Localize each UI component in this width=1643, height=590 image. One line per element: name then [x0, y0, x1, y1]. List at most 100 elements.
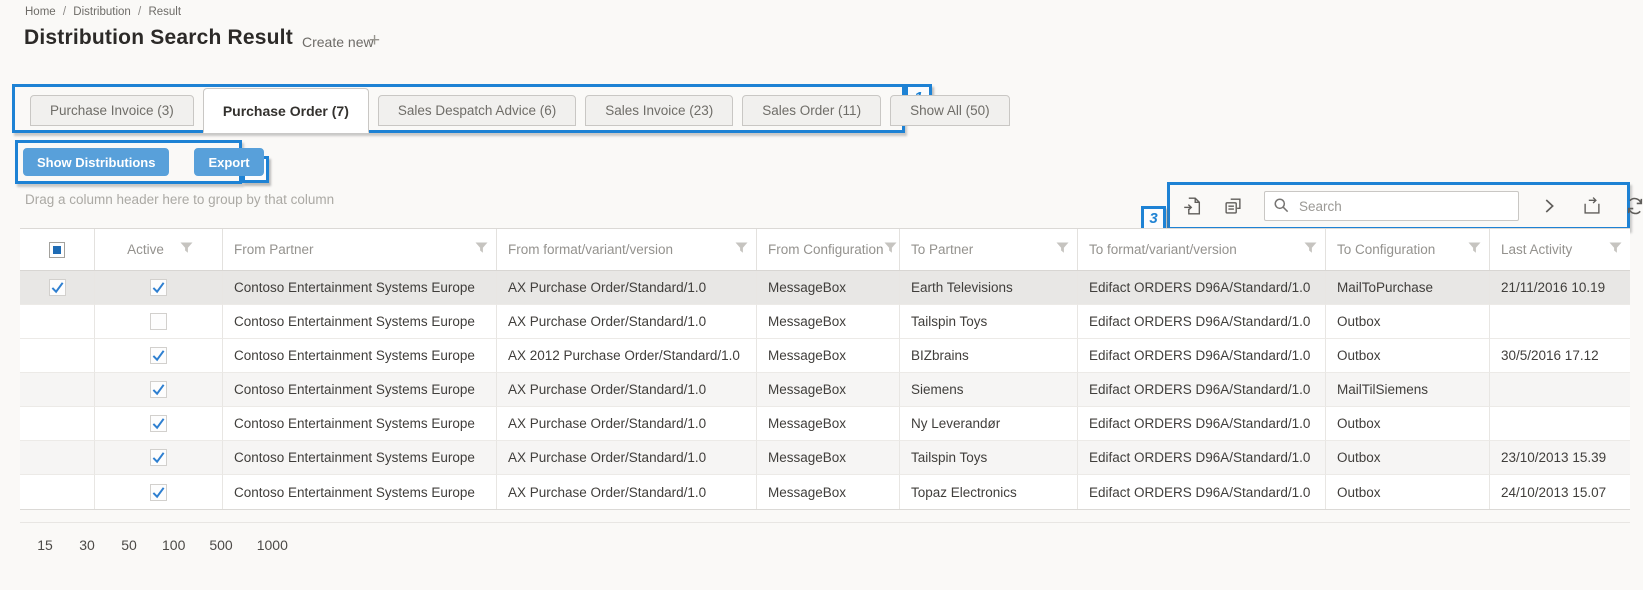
column-header-to-configuration[interactable]: To Configuration [1326, 229, 1490, 270]
cell-to-config[interactable]: MailTilSiemens [1326, 373, 1490, 407]
active-checkbox[interactable] [150, 484, 167, 501]
filter-icon[interactable] [180, 242, 193, 257]
cell-last-activity[interactable]: 23/10/2013 15.39 [1490, 441, 1630, 475]
row-select-checkbox[interactable] [49, 279, 66, 296]
active-checkbox[interactable] [150, 313, 167, 330]
cell-row-select[interactable] [20, 305, 95, 339]
column-header-from-format-variant-version[interactable]: From format/variant/version [497, 229, 757, 270]
cell-from-config[interactable]: MessageBox [757, 373, 900, 407]
cell-row-select[interactable] [20, 271, 95, 305]
table-row[interactable]: Contoso Entertainment Systems EuropeAX P… [20, 271, 1630, 305]
column-header-from-configuration[interactable]: From Configuration [757, 229, 900, 270]
cell-to-config[interactable]: Outbox [1326, 339, 1490, 373]
cell-row-select[interactable] [20, 373, 95, 407]
cell-to-partner[interactable]: Tailspin Toys [900, 305, 1078, 339]
show-distributions-button[interactable]: Show Distributions [23, 148, 169, 176]
cell-from-config[interactable]: MessageBox [757, 305, 900, 339]
cell-from-config[interactable]: MessageBox [757, 475, 900, 509]
page-size-option-500[interactable]: 500 [209, 537, 232, 553]
tab-show-all-50[interactable]: Show All (50) [890, 95, 1010, 126]
table-row[interactable]: Contoso Entertainment Systems EuropeAX P… [20, 373, 1630, 407]
expand-window-icon[interactable] [1580, 194, 1604, 218]
tab-sales-invoice-23[interactable]: Sales Invoice (23) [585, 95, 733, 126]
cell-to-format[interactable]: Edifact ORDERS D96A/Standard/1.0 [1078, 407, 1326, 441]
cell-from-config[interactable]: MessageBox [757, 441, 900, 475]
filter-icon[interactable] [735, 242, 748, 257]
cell-active[interactable] [95, 441, 223, 475]
search-input[interactable] [1264, 191, 1519, 221]
cell-to-config[interactable]: MailToPurchase [1326, 271, 1490, 305]
cell-to-format[interactable]: Edifact ORDERS D96A/Standard/1.0 [1078, 339, 1326, 373]
cell-last-activity[interactable]: 21/11/2016 10.19 [1490, 271, 1630, 305]
cell-last-activity[interactable] [1490, 407, 1630, 441]
cell-from-format[interactable]: AX Purchase Order/Standard/1.0 [497, 475, 757, 509]
cell-to-format[interactable]: Edifact ORDERS D96A/Standard/1.0 [1078, 441, 1326, 475]
cell-from-partner[interactable]: Contoso Entertainment Systems Europe [223, 271, 497, 305]
cell-to-partner[interactable]: BIZbrains [900, 339, 1078, 373]
cell-from-format[interactable]: AX 2012 Purchase Order/Standard/1.0 [497, 339, 757, 373]
column-header-active[interactable]: Active [95, 229, 223, 270]
cell-active[interactable] [95, 475, 223, 509]
cell-to-partner[interactable]: Siemens [900, 373, 1078, 407]
cell-row-select[interactable] [20, 407, 95, 441]
cell-from-partner[interactable]: Contoso Entertainment Systems Europe [223, 441, 497, 475]
tab-purchase-order-7[interactable]: Purchase Order (7) [203, 88, 369, 133]
cell-from-partner[interactable]: Contoso Entertainment Systems Europe [223, 305, 497, 339]
table-row[interactable]: Contoso Entertainment Systems EuropeAX P… [20, 407, 1630, 441]
cell-from-partner[interactable]: Contoso Entertainment Systems Europe [223, 475, 497, 509]
cell-row-select[interactable] [20, 475, 95, 509]
cell-row-select[interactable] [20, 339, 95, 373]
filter-icon[interactable] [1304, 242, 1317, 257]
cell-from-format[interactable]: AX Purchase Order/Standard/1.0 [497, 441, 757, 475]
active-checkbox[interactable] [150, 381, 167, 398]
cell-from-config[interactable]: MessageBox [757, 407, 900, 441]
page-size-option-15[interactable]: 15 [36, 537, 54, 553]
active-checkbox[interactable] [150, 347, 167, 364]
column-header-to-format-variant-version[interactable]: To format/variant/version [1078, 229, 1326, 270]
cell-to-partner[interactable]: Tailspin Toys [900, 441, 1078, 475]
plus-icon[interactable]: + [369, 30, 380, 52]
filter-icon[interactable] [1056, 242, 1069, 257]
cell-active[interactable] [95, 407, 223, 441]
cell-to-format[interactable]: Edifact ORDERS D96A/Standard/1.0 [1078, 475, 1326, 509]
breadcrumb-result[interactable]: Result [148, 6, 181, 18]
column-header-last-activity[interactable]: Last Activity [1490, 229, 1630, 270]
cell-last-activity[interactable]: 30/5/2016 17.12 [1490, 339, 1630, 373]
cell-last-activity[interactable]: 24/10/2013 15.07 [1490, 475, 1630, 509]
table-row[interactable]: Contoso Entertainment Systems EuropeAX P… [20, 475, 1630, 509]
cell-from-config[interactable]: MessageBox [757, 339, 900, 373]
table-row[interactable]: Contoso Entertainment Systems EuropeAX 2… [20, 339, 1630, 373]
cell-from-partner[interactable]: Contoso Entertainment Systems Europe [223, 339, 497, 373]
cell-from-format[interactable]: AX Purchase Order/Standard/1.0 [497, 373, 757, 407]
refresh-icon[interactable] [1623, 194, 1643, 218]
cell-from-format[interactable]: AX Purchase Order/Standard/1.0 [497, 271, 757, 305]
cell-from-partner[interactable]: Contoso Entertainment Systems Europe [223, 373, 497, 407]
active-checkbox[interactable] [150, 415, 167, 432]
table-row[interactable]: Contoso Entertainment Systems EuropeAX P… [20, 305, 1630, 339]
filter-icon[interactable] [884, 242, 897, 257]
page-size-option-50[interactable]: 50 [120, 537, 138, 553]
cell-to-format[interactable]: Edifact ORDERS D96A/Standard/1.0 [1078, 305, 1326, 339]
create-new-link[interactable]: Create new [302, 34, 374, 50]
cell-to-config[interactable]: Outbox [1326, 475, 1490, 509]
cell-active[interactable] [95, 373, 223, 407]
cell-to-format[interactable]: Edifact ORDERS D96A/Standard/1.0 [1078, 373, 1326, 407]
export-file-icon[interactable] [1180, 194, 1204, 218]
tab-purchase-invoice-3[interactable]: Purchase Invoice (3) [30, 95, 194, 126]
cell-from-format[interactable]: AX Purchase Order/Standard/1.0 [497, 407, 757, 441]
column-header-select[interactable] [20, 229, 95, 270]
cell-from-config[interactable]: MessageBox [757, 271, 900, 305]
tab-sales-order-11[interactable]: Sales Order (11) [742, 95, 881, 126]
cell-active[interactable] [95, 271, 223, 305]
cell-to-partner[interactable]: Earth Televisions [900, 271, 1078, 305]
breadcrumb-distribution[interactable]: Distribution [73, 6, 131, 18]
cell-from-partner[interactable]: Contoso Entertainment Systems Europe [223, 407, 497, 441]
cell-from-format[interactable]: AX Purchase Order/Standard/1.0 [497, 305, 757, 339]
active-checkbox[interactable] [150, 279, 167, 296]
cell-to-config[interactable]: Outbox [1326, 407, 1490, 441]
select-all-checkbox[interactable] [49, 242, 65, 258]
cell-active[interactable] [95, 339, 223, 373]
page-size-option-30[interactable]: 30 [78, 537, 96, 553]
cell-to-partner[interactable]: Topaz Electronics [900, 475, 1078, 509]
page-size-option-1000[interactable]: 1000 [257, 537, 288, 553]
